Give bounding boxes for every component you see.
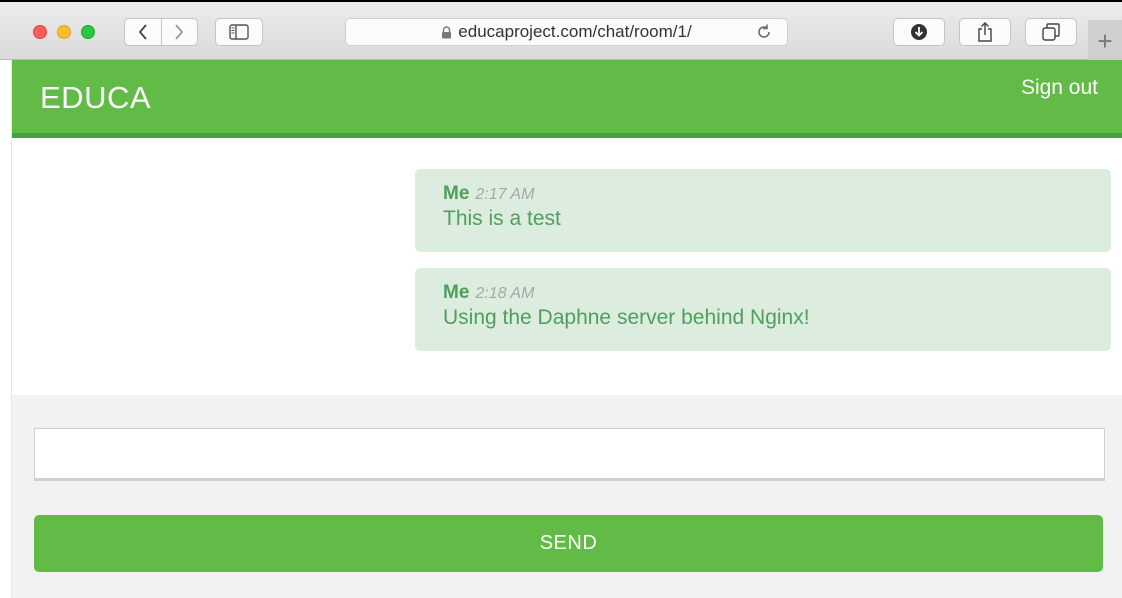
send-button[interactable]: SEND [34, 515, 1103, 572]
download-icon [911, 24, 927, 40]
url-text: educaproject.com/chat/room/1/ [458, 22, 692, 41]
chat-message: Me 2:18 AM Using the Daphne server behind… [415, 268, 1111, 351]
chat-messages: Me 2:17 AM This is a test Me 2:18 AM Using… [12, 143, 1122, 395]
message-sender: Me [443, 183, 470, 204]
app-header: EDUCA Sign out [12, 60, 1122, 138]
address-bar[interactable]: educaproject.com/chat/room/1/ [345, 18, 788, 46]
message-header: Me 2:17 AM [443, 183, 1083, 205]
chevron-right-icon [175, 24, 184, 40]
sign-out-link[interactable]: Sign out [1021, 76, 1098, 100]
chevron-left-icon [138, 24, 147, 40]
forward-button[interactable] [161, 19, 197, 45]
lock-icon [441, 25, 452, 39]
downloads-button[interactable] [893, 18, 945, 46]
share-icon [978, 22, 992, 42]
close-window-button[interactable] [33, 25, 47, 39]
window-edge [0, 60, 12, 598]
back-button[interactable] [125, 19, 161, 45]
message-header: Me 2:18 AM [443, 282, 1083, 304]
message-text: This is a test [443, 207, 561, 230]
message-sender: Me [443, 282, 470, 303]
sidebar-icon [229, 24, 249, 40]
share-button[interactable] [959, 18, 1011, 46]
chat-message-input[interactable] [34, 428, 1105, 481]
chat-message: Me 2:17 AM This is a test [415, 169, 1111, 252]
reload-icon[interactable] [755, 23, 773, 41]
new-tab-button[interactable]: + [1088, 20, 1122, 62]
message-time: 2:17 AM [475, 186, 535, 203]
history-nav-group [124, 18, 198, 46]
chat-composer: SEND [12, 395, 1122, 598]
tab-overview-button[interactable] [1025, 18, 1077, 46]
zoom-window-button[interactable] [81, 25, 95, 39]
sidebar-toggle-button[interactable] [215, 18, 263, 46]
message-time: 2:18 AM [475, 285, 535, 302]
message-text: Using the Daphne server behind Nginx! [443, 306, 810, 329]
browser-toolbar: educaproject.com/chat/room/1/ + [0, 0, 1122, 62]
minimize-window-button[interactable] [57, 25, 71, 39]
brand-logo[interactable]: EDUCA [40, 80, 151, 116]
tabs-icon [1042, 23, 1060, 41]
